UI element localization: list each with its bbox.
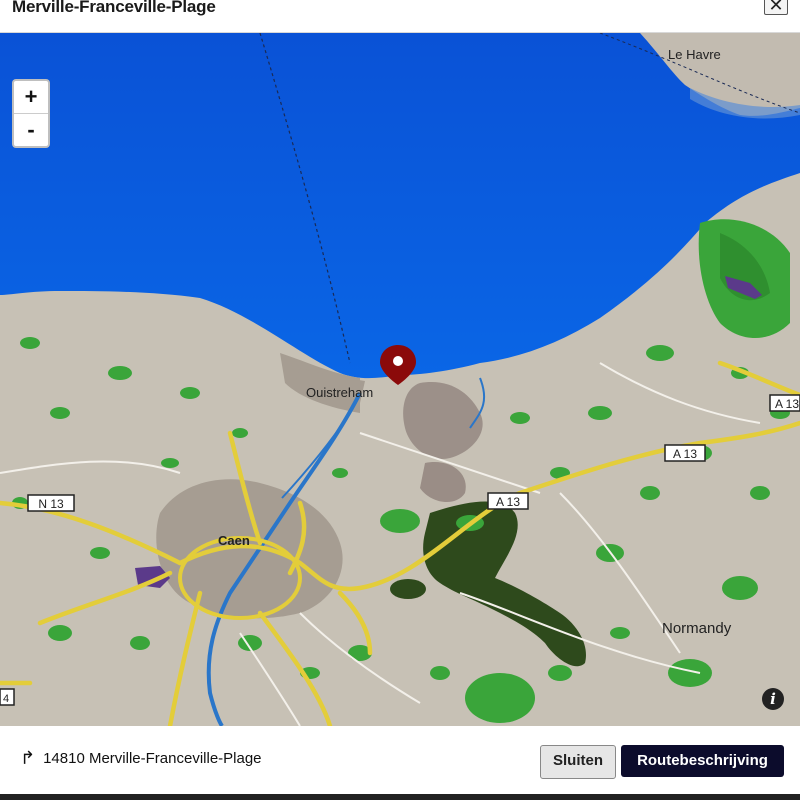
- road-shield-a13-right: A 13: [664, 444, 706, 462]
- dialog-titlebar: Merville-Franceville-Plage ✕: [0, 0, 800, 33]
- address-text: 14810 Merville-Franceville-Plage: [43, 750, 262, 767]
- map-canvas: N 13 A 13 A 13 A 13 4 Le Havre Ouistreha…: [0, 33, 800, 726]
- zoom-in-button[interactable]: +: [14, 81, 48, 113]
- info-icon[interactable]: i: [762, 688, 784, 710]
- road-shield-a4-edge: 4: [0, 688, 15, 706]
- label-caen: Caen: [218, 533, 250, 548]
- svg-text:A 13: A 13: [775, 397, 799, 411]
- zoom-out-button[interactable]: -: [14, 113, 48, 146]
- close-button[interactable]: Sluiten: [540, 745, 616, 779]
- road-shield-n13: N 13: [27, 494, 75, 512]
- svg-text:N 13: N 13: [38, 497, 64, 511]
- map-view[interactable]: N 13 A 13 A 13 A 13 4 Le Havre Ouistreha…: [0, 33, 800, 726]
- dialog-footer: ↱ 14810 Merville-Franceville-Plage Sluit…: [0, 726, 800, 800]
- label-le-havre: Le Havre: [668, 47, 721, 62]
- dialog-title: Merville-Franceville-Plage: [12, 0, 216, 16]
- svg-text:A 13: A 13: [496, 495, 520, 509]
- route-arrow-icon: ↱: [20, 748, 36, 768]
- address-line: ↱ 14810 Merville-Franceville-Plage: [20, 748, 262, 769]
- dark-forest-2: [390, 579, 426, 599]
- zoom-control: + -: [12, 79, 50, 148]
- label-ouistreham: Ouistreham: [306, 385, 373, 400]
- road-shield-a13-center: A 13: [487, 492, 529, 510]
- svg-text:4: 4: [3, 693, 9, 705]
- close-icon[interactable]: ✕: [764, 0, 788, 15]
- bottom-strip: [0, 794, 800, 800]
- svg-text:A 13: A 13: [673, 447, 697, 461]
- route-button[interactable]: Routebeschrijving: [621, 745, 784, 777]
- label-normandy: Normandy: [662, 620, 732, 637]
- road-shield-a13-edge: A 13: [769, 394, 800, 412]
